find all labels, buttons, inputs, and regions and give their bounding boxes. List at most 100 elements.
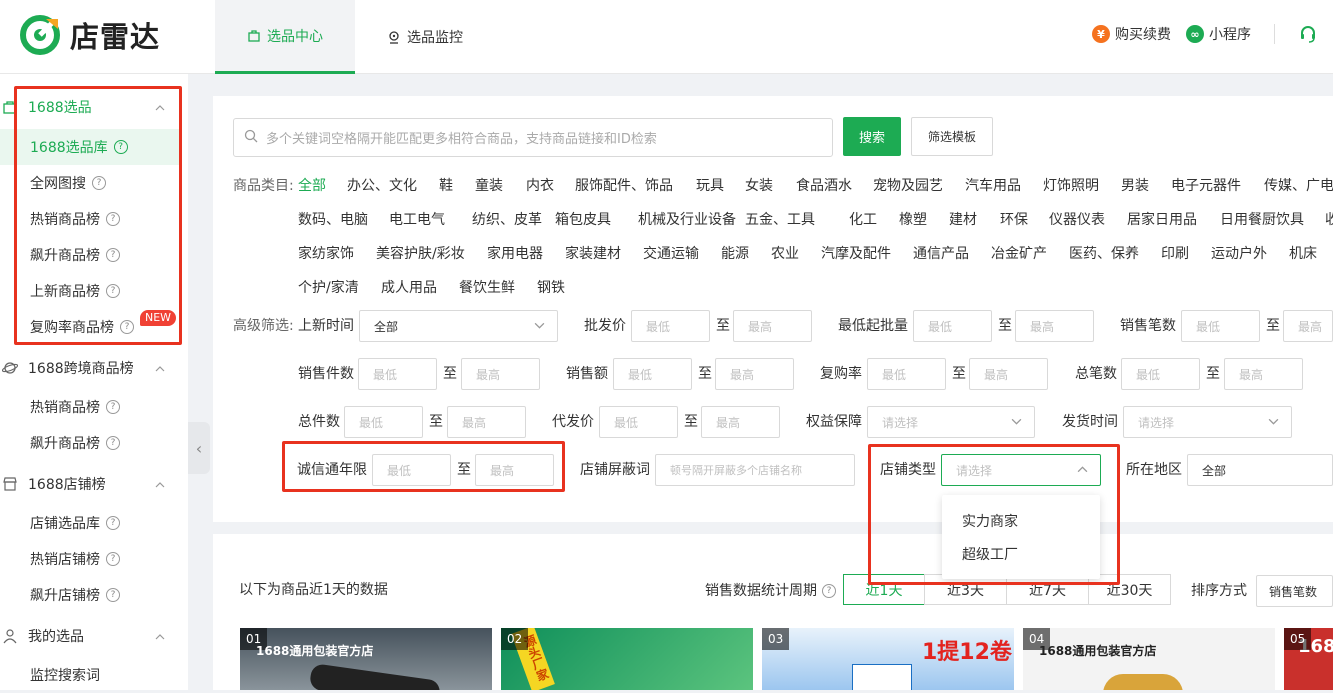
sales-orders-max[interactable]: 最高: [1283, 310, 1333, 342]
dropship-price-max[interactable]: 最高: [701, 406, 780, 438]
sidebar-item-shop-library[interactable]: 店铺选品库?: [0, 505, 180, 541]
buy-renew-link[interactable]: ¥ 购买续费: [1092, 22, 1171, 46]
product-card[interactable]: 02 源头厂家: [501, 628, 753, 690]
wholesale-price-max[interactable]: 最高: [733, 310, 812, 342]
ship-time-select[interactable]: 请选择: [1123, 406, 1292, 438]
option-strong-merchant[interactable]: 实力商家: [962, 511, 1018, 531]
category-item[interactable]: 全部: [298, 176, 326, 196]
sidebar-collapse-handle[interactable]: ‹: [188, 422, 210, 474]
tab-product-center[interactable]: 选品中心: [215, 0, 355, 74]
help-icon[interactable]: ?: [113, 140, 128, 154]
category-item[interactable]: 鞋: [439, 176, 453, 196]
category-item[interactable]: 电子元器件: [1171, 176, 1241, 196]
category-item[interactable]: 收: [1325, 210, 1333, 230]
repurchase-min[interactable]: 最低: [867, 358, 946, 390]
sidebar-group-1688[interactable]: 1688选品: [0, 89, 188, 125]
category-item[interactable]: 通信产品: [913, 244, 969, 264]
category-item[interactable]: 数码、电脑: [298, 210, 368, 230]
category-item[interactable]: 男装: [1121, 176, 1149, 196]
sidebar-item-new[interactable]: 上新商品榜?: [0, 273, 180, 309]
total-units-max[interactable]: 最高: [447, 406, 526, 438]
category-item[interactable]: 食品酒水: [796, 176, 852, 196]
help-icon[interactable]: ?: [120, 320, 134, 334]
category-item[interactable]: 交通运输: [643, 244, 699, 264]
total-orders-min[interactable]: 最低: [1121, 358, 1200, 390]
category-item[interactable]: 女装: [745, 176, 773, 196]
period-1d[interactable]: 近1天: [843, 574, 925, 605]
help-icon[interactable]: ?: [106, 588, 120, 602]
category-item[interactable]: 仪器仪表: [1049, 210, 1105, 230]
category-item[interactable]: 建材: [949, 210, 977, 230]
product-card[interactable]: 04 1688通用包装官方店: [1023, 628, 1275, 690]
category-item[interactable]: 钢铁: [537, 278, 565, 298]
help-icon[interactable]: ?: [106, 516, 120, 530]
category-item[interactable]: 居家日用品: [1127, 210, 1197, 230]
shop-type-select[interactable]: 请选择: [941, 454, 1101, 486]
help-icon[interactable]: ?: [106, 284, 120, 298]
category-item[interactable]: 玩具: [696, 176, 724, 196]
tp-years-max[interactable]: 最高: [475, 454, 554, 486]
search-button[interactable]: 搜索: [843, 117, 901, 156]
sales-amount-max[interactable]: 最高: [715, 358, 794, 390]
sidebar-item-rising[interactable]: 飙升商品榜?: [0, 237, 180, 273]
category-item[interactable]: 橡塑: [899, 210, 927, 230]
min-batch-min[interactable]: 最低: [913, 310, 992, 342]
wholesale-price-min[interactable]: 最低: [631, 310, 710, 342]
category-item[interactable]: 箱包皮具: [555, 210, 611, 230]
category-item[interactable]: 成人用品: [381, 278, 437, 298]
dropship-price-min[interactable]: 最低: [599, 406, 678, 438]
search-input[interactable]: 多个关键词空格隔开能匹配更多相符合商品，支持商品链接和ID检索: [233, 118, 833, 157]
category-item[interactable]: 宠物及园艺: [873, 176, 943, 196]
total-orders-max[interactable]: 最高: [1224, 358, 1303, 390]
total-units-min[interactable]: 最低: [344, 406, 423, 438]
category-item[interactable]: 纺织、皮革: [472, 210, 542, 230]
sidebar-item-monitor-keywords[interactable]: 监控搜索词: [0, 657, 180, 693]
sidebar-item-repurchase[interactable]: 复购率商品榜? NEW: [0, 309, 180, 345]
sidebar-item-shop-hot[interactable]: 热销店铺榜?: [0, 541, 180, 577]
sidebar-item-cb-rising[interactable]: 飙升商品榜?: [0, 425, 180, 461]
help-icon[interactable]: ?: [822, 584, 836, 598]
min-batch-max[interactable]: 最高: [1015, 310, 1094, 342]
category-item[interactable]: 机械及行业设备: [638, 210, 736, 230]
new-time-select[interactable]: 全部: [359, 310, 558, 342]
sales-units-min[interactable]: 最低: [358, 358, 437, 390]
category-item[interactable]: 印刷: [1161, 244, 1189, 264]
sidebar-item-hot-sales[interactable]: 热销商品榜?: [0, 201, 180, 237]
category-item[interactable]: 电工电气: [389, 210, 445, 230]
category-item[interactable]: 家纺家饰: [298, 244, 354, 264]
category-item[interactable]: 汽摩及配件: [821, 244, 891, 264]
category-item[interactable]: 个护/家清: [298, 278, 359, 298]
tab-monitor[interactable]: 选品监控: [360, 0, 490, 74]
period-30d[interactable]: 近30天: [1088, 574, 1171, 605]
help-icon[interactable]: ?: [106, 248, 120, 262]
category-item[interactable]: 汽车用品: [965, 176, 1021, 196]
filter-template-button[interactable]: 筛选模板: [911, 117, 993, 156]
sidebar-item-shop-rising[interactable]: 飙升店铺榜?: [0, 577, 180, 613]
category-item[interactable]: 灯饰照明: [1043, 176, 1099, 196]
category-item[interactable]: 内衣: [526, 176, 554, 196]
app-logo[interactable]: 店雷达: [20, 14, 160, 56]
category-item[interactable]: 环保: [1000, 210, 1028, 230]
sidebar-group-shops[interactable]: 1688店铺榜: [0, 466, 188, 502]
option-super-factory[interactable]: 超级工厂: [962, 544, 1018, 564]
help-icon[interactable]: ?: [92, 176, 106, 190]
category-item[interactable]: 日用餐厨饮具: [1220, 210, 1304, 230]
category-item[interactable]: 化工: [849, 210, 877, 230]
category-item[interactable]: 家装建材: [565, 244, 621, 264]
category-item[interactable]: 农业: [771, 244, 799, 264]
sidebar-group-crossborder[interactable]: 1688跨境商品榜: [0, 350, 188, 386]
help-icon[interactable]: ?: [106, 212, 120, 226]
sidebar-item-cb-hot[interactable]: 热销商品榜?: [0, 389, 180, 425]
sales-amount-min[interactable]: 最低: [613, 358, 692, 390]
category-item[interactable]: 能源: [721, 244, 749, 264]
sidebar-group-my-picks[interactable]: 我的选品: [0, 618, 188, 654]
repurchase-max[interactable]: 最高: [969, 358, 1048, 390]
product-card[interactable]: 05 1688: [1284, 628, 1333, 690]
category-item[interactable]: 服饰配件、饰品: [575, 176, 673, 196]
category-item[interactable]: 五金、工具: [745, 210, 815, 230]
category-item[interactable]: 机床: [1289, 244, 1317, 264]
category-item[interactable]: 运动户外: [1211, 244, 1267, 264]
product-card[interactable]: 01 1688通用包装官方店: [240, 628, 492, 690]
category-item[interactable]: 童装: [475, 176, 503, 196]
category-item[interactable]: 传媒、广电: [1264, 176, 1333, 196]
